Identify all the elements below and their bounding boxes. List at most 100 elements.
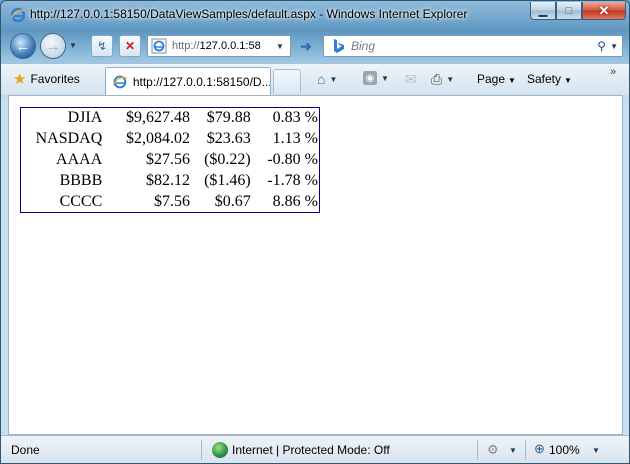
home-dropdown-icon[interactable]: ▼ xyxy=(329,75,337,84)
status-divider xyxy=(201,440,202,460)
feeds-dropdown-icon[interactable]: ▼ xyxy=(381,74,389,83)
address-bar[interactable]: http://127.0.0.1:58 ▼ xyxy=(147,35,291,57)
read-mail-button[interactable]: ✉ xyxy=(405,71,417,88)
browser-window: http://127.0.0.1:58150/DataViewSamples/d… xyxy=(0,0,630,464)
status-bar: Done Internet | Protected Mode: Off ⚙ ▼ … xyxy=(1,435,629,463)
privacy-icon[interactable]: ⚙ xyxy=(487,442,499,458)
stock-percent: 0.83 % xyxy=(272,109,318,127)
stop-icon: ✕ xyxy=(124,39,136,53)
table-row: NASDAQ $2,084.02 $23.63 1.13 % xyxy=(21,129,320,150)
stock-symbol: BBBB xyxy=(59,172,103,189)
broken-page-icon: ↯ xyxy=(96,39,108,53)
search-options-dropdown[interactable]: ▼ xyxy=(610,42,618,51)
caption-buttons: ▁ □ ✕ xyxy=(530,2,626,20)
stock-percent: 1.13 % xyxy=(272,130,318,147)
page-menu[interactable]: Page ▼ xyxy=(477,72,516,86)
stock-price: $2,084.02 xyxy=(125,130,190,147)
stock-symbol: CCCC xyxy=(59,192,103,210)
home-button[interactable]: ⌂ ▼ xyxy=(317,71,337,87)
go-button[interactable]: ➜ xyxy=(295,35,317,57)
stock-change: $23.63 xyxy=(206,130,251,147)
ie-page-icon xyxy=(112,75,128,88)
ie-page-icon xyxy=(151,38,167,54)
command-bar: ★ Favorites http://127.0.0.1:58150/D... … xyxy=(1,63,629,95)
minimize-icon: ▁ xyxy=(538,5,548,17)
rss-feed-icon: ◉ xyxy=(363,71,377,85)
window-title: http://127.0.0.1:58150/DataViewSamples/d… xyxy=(30,7,468,21)
forward-arrow-icon: → xyxy=(45,37,61,55)
chevron-down-icon: ▼ xyxy=(508,76,516,85)
safety-menu-label: Safety xyxy=(527,72,562,86)
status-divider xyxy=(477,440,478,460)
status-text: Done xyxy=(11,443,40,457)
stock-change: ($0.22) xyxy=(204,151,251,168)
stock-percent: 8.86 % xyxy=(272,192,318,210)
close-icon: ✕ xyxy=(598,2,610,18)
stock-change: ($1.46) xyxy=(204,172,251,189)
address-host: 127.0.0.1:58 xyxy=(199,40,261,52)
search-box[interactable]: Bing ⚲ ▼ xyxy=(323,35,623,57)
stock-price: $7.56 xyxy=(153,192,190,210)
home-icon: ⌂ xyxy=(317,71,326,87)
recent-pages-dropdown[interactable]: ▼ xyxy=(69,41,77,50)
stock-price: $82.12 xyxy=(145,172,190,189)
forward-button[interactable]: → xyxy=(40,33,66,59)
stock-price: $9,627.48 xyxy=(125,109,190,127)
status-divider xyxy=(525,440,526,460)
globe-icon xyxy=(212,442,228,458)
zoom-level[interactable]: 100% xyxy=(549,443,580,457)
table-row: CCCC $7.56 $0.67 8.86 % xyxy=(21,192,320,213)
stock-price: $27.56 xyxy=(145,151,190,168)
minimize-button[interactable]: ▁ xyxy=(530,2,556,20)
stock-symbol: DJIA xyxy=(67,109,103,127)
address-scheme: http:// xyxy=(172,40,200,52)
favorites-label: Favorites xyxy=(30,72,80,86)
zoom-magnifier-icon[interactable]: ⊕ xyxy=(534,441,545,457)
table-row: BBBB $82.12 ($1.46) -1.78 % xyxy=(21,171,320,192)
stock-change: $0.67 xyxy=(214,192,251,210)
maximize-button[interactable]: □ xyxy=(556,2,582,20)
zoom-dropdown-icon[interactable]: ▼ xyxy=(592,446,600,455)
more-tools-chevron-icon[interactable]: » xyxy=(610,66,616,78)
stock-symbol: NASDAQ xyxy=(35,130,103,147)
stock-symbol: AAAA xyxy=(56,151,103,168)
table-row: DJIA $9,627.48 $79.88 0.83 % xyxy=(21,108,320,129)
safety-menu[interactable]: Safety ▼ xyxy=(527,72,572,86)
tab-current-page[interactable]: http://127.0.0.1:58150/D... xyxy=(105,67,271,95)
address-text[interactable]: http://127.0.0.1:58 xyxy=(172,40,274,52)
new-tab-button[interactable] xyxy=(273,69,301,93)
search-input[interactable]: Bing xyxy=(351,39,597,53)
table-row: AAAA $27.56 ($0.22) -0.80 % xyxy=(21,150,320,171)
back-arrow-icon: ← xyxy=(15,37,31,55)
close-button[interactable]: ✕ xyxy=(582,2,626,20)
tab-label: http://127.0.0.1:58150/D... xyxy=(132,74,270,89)
title-bar[interactable]: http://127.0.0.1:58150/DataViewSamples/d… xyxy=(1,1,629,29)
stop-button[interactable]: ✕ xyxy=(119,35,141,57)
maximize-icon: □ xyxy=(565,4,573,17)
back-button[interactable]: ← xyxy=(10,33,36,59)
ie-logo-icon xyxy=(10,7,26,23)
page-content: DJIA $9,627.48 $79.88 0.83 % NASDAQ $2,084.02… xyxy=(8,95,623,435)
privacy-dropdown-icon[interactable]: ▼ xyxy=(509,446,517,455)
stock-percent: -0.80 % xyxy=(267,151,318,168)
feeds-button[interactable]: ◉ ▼ xyxy=(363,71,389,85)
security-zone-text[interactable]: Internet | Protected Mode: Off xyxy=(232,443,390,457)
favorites-star-icon: ★ xyxy=(13,71,27,88)
print-button[interactable]: ⎙ ▼ xyxy=(431,71,454,88)
printer-icon: ⎙ xyxy=(431,71,443,87)
go-arrow-icon: ➜ xyxy=(300,37,312,54)
search-icon[interactable]: ⚲ xyxy=(597,39,606,53)
page-menu-label: Page xyxy=(477,72,506,86)
navigation-bar: ← → ▼ ↯ ✕ http://127.0.0.1:58 ▼ ➜ Bing ⚲… xyxy=(1,29,629,63)
favorites-button[interactable]: ★ Favorites xyxy=(13,70,80,88)
mail-icon: ✉ xyxy=(405,71,417,87)
stock-change: $79.88 xyxy=(206,109,251,127)
chevron-down-icon: ▼ xyxy=(564,76,572,85)
compatibility-view-button[interactable]: ↯ xyxy=(91,35,113,57)
stock-table: DJIA $9,627.48 $79.88 0.83 % NASDAQ $2,084.02… xyxy=(20,107,320,213)
stock-table-body: DJIA $9,627.48 $79.88 0.83 % NASDAQ $2,084.02… xyxy=(21,108,320,213)
print-dropdown-icon[interactable]: ▼ xyxy=(446,75,454,84)
bing-logo-icon xyxy=(334,39,344,53)
stock-percent: -1.78 % xyxy=(267,172,318,189)
address-dropdown-icon[interactable]: ▼ xyxy=(276,42,284,51)
